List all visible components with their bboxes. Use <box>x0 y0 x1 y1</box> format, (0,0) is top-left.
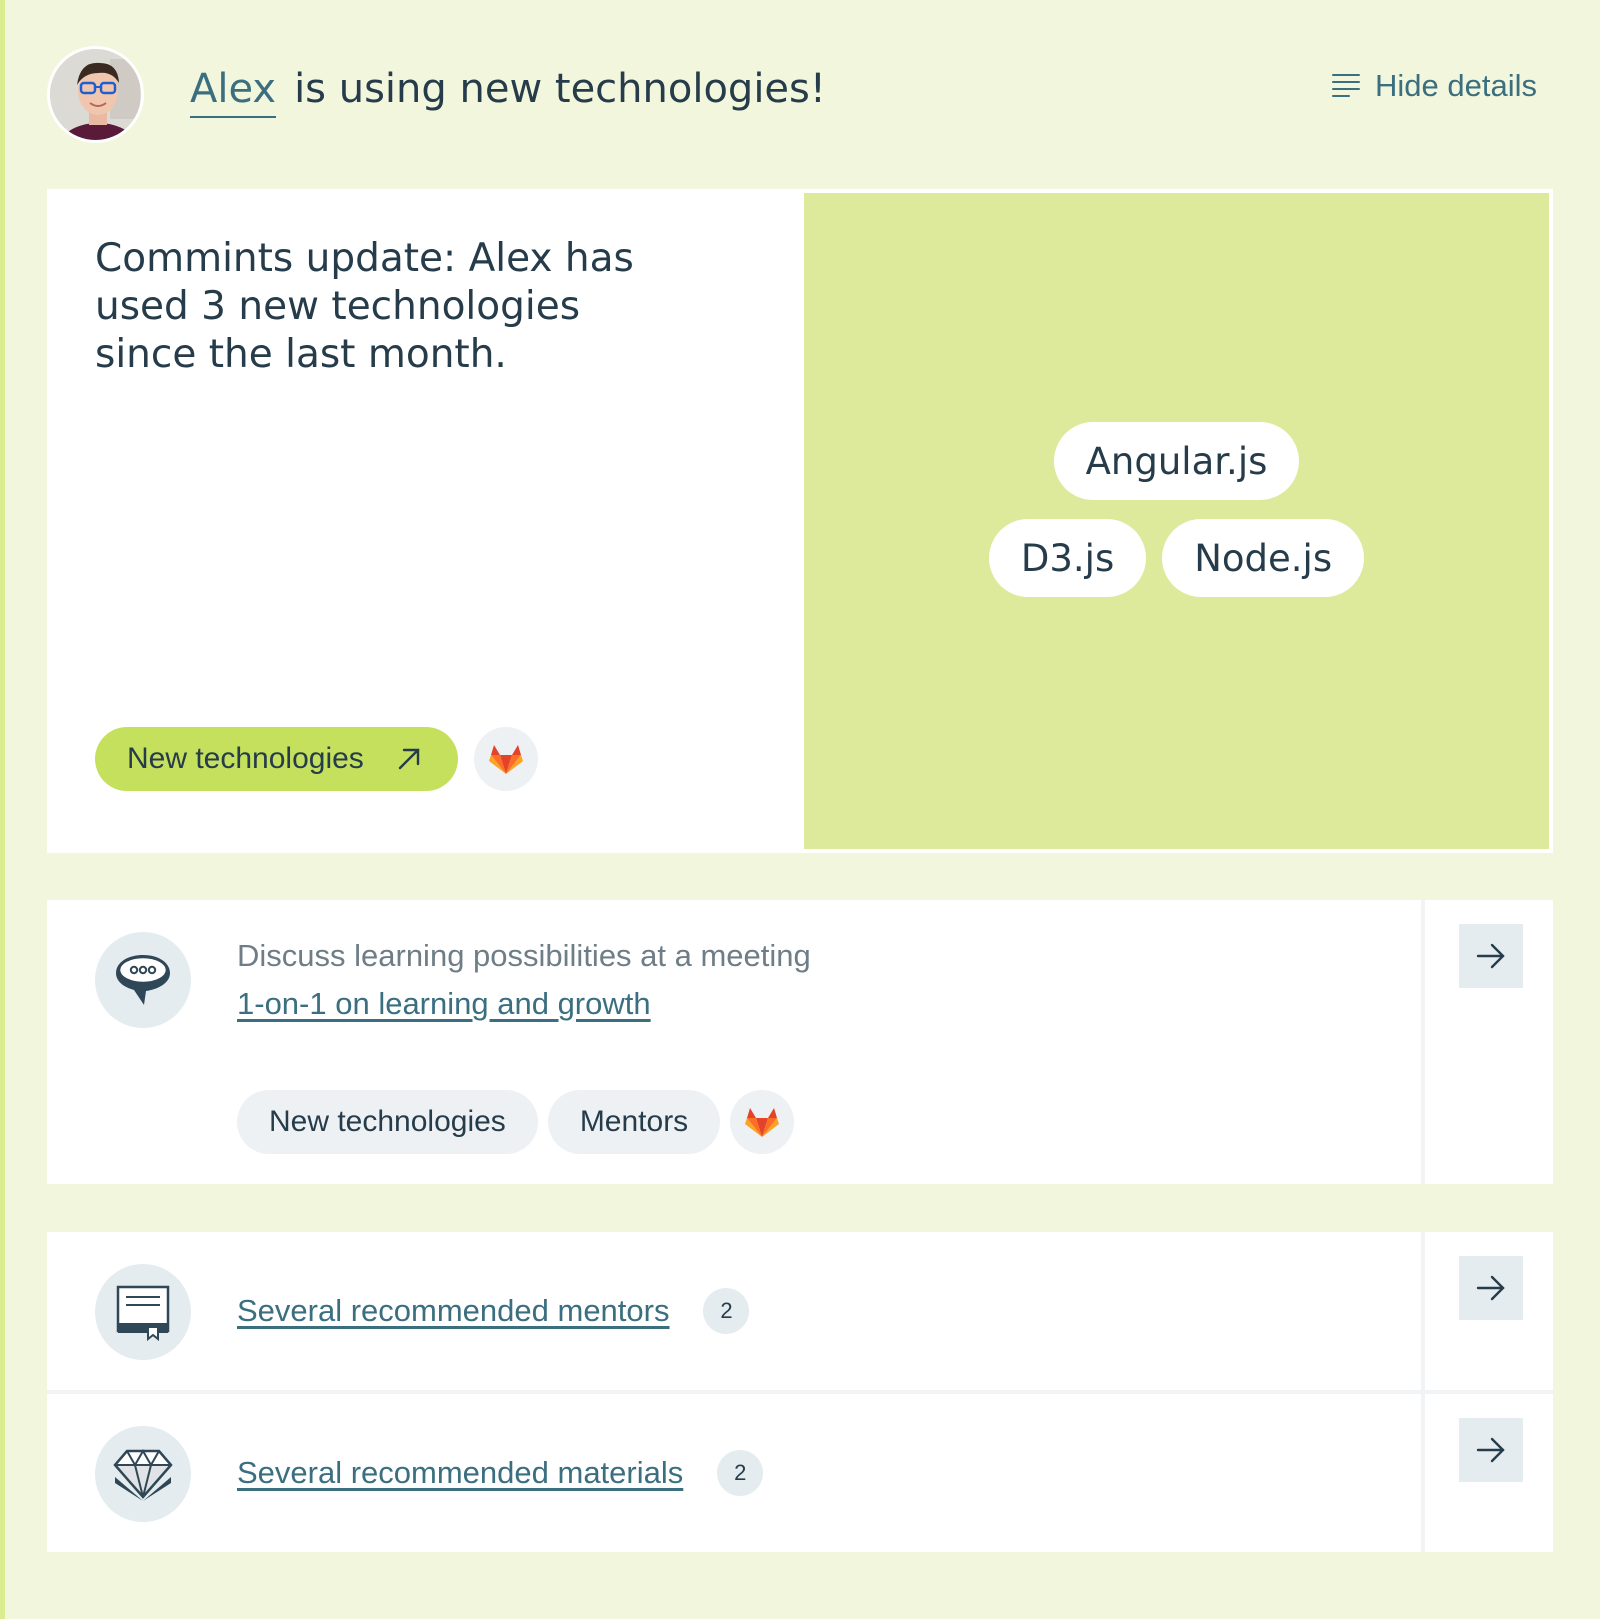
meeting-subtitle-text: Discuss learning possibilities at a meet… <box>237 938 811 973</box>
tag-new-technologies[interactable]: New technologies <box>237 1090 538 1154</box>
meeting-subtitle: Discuss learning possibilities at a meet… <box>237 938 811 1022</box>
headline-text: is using new technologies! <box>294 66 826 112</box>
arrow-right-icon <box>1476 1437 1505 1463</box>
insight-card: Commints update: Alex has used 3 new tec… <box>47 189 1553 853</box>
feed-item-header: Alex is using new technologies! Hide deta… <box>47 46 1553 143</box>
gitlab-icon <box>488 745 523 774</box>
arrow-right-icon <box>1476 943 1505 969</box>
insight-text: Commints update: Alex has used 3 new tec… <box>95 236 634 377</box>
arrow-right-icon <box>1476 1275 1505 1301</box>
left-rail <box>0 0 5 1619</box>
recommendations-card: Several recommended mentors 2 Several re… <box>47 1232 1553 1552</box>
gitlab-button[interactable] <box>473 727 538 791</box>
row-separator <box>47 1390 1553 1394</box>
meeting-link[interactable]: 1-on-1 on learning and growth <box>237 986 651 1021</box>
mentors-icon-circle <box>95 1264 191 1360</box>
gitlab-tag-button[interactable] <box>730 1090 795 1154</box>
avatar-photo <box>50 49 141 140</box>
technology-pill-angular: Angular.js <box>1053 422 1300 500</box>
meeting-card: Discuss learning possibilities at a meet… <box>47 900 1553 1184</box>
materials-count-badge: 2 <box>717 1450 764 1496</box>
hide-details-button[interactable]: Hide details <box>1331 68 1537 104</box>
certificate-icon <box>116 1285 170 1341</box>
external-arrow-icon <box>398 748 420 770</box>
technologies-row-1: Angular.js <box>804 422 1549 500</box>
avatar[interactable] <box>47 46 144 143</box>
technologies-row-2: D3.js Node.js <box>804 519 1549 597</box>
recommended-materials-link[interactable]: Several recommended materials <box>237 1455 683 1491</box>
list-icon <box>1332 74 1361 97</box>
mentors-arrow-button[interactable] <box>1459 1256 1523 1320</box>
technology-pill-d3: D3.js <box>988 519 1147 597</box>
tag-mentors[interactable]: Mentors <box>547 1090 721 1154</box>
speech-bubble-icon <box>116 955 170 1005</box>
insight-actions: New technologies <box>95 727 538 791</box>
user-name-link[interactable]: Alex <box>190 66 277 118</box>
hide-details-label: Hide details <box>1375 68 1537 103</box>
materials-arrow-button[interactable] <box>1459 1418 1523 1482</box>
meeting-arrow-button[interactable] <box>1459 924 1523 988</box>
technologies-panel: Angular.js D3.js Node.js <box>804 193 1549 849</box>
new-technologies-button[interactable]: New technologies <box>95 727 458 791</box>
gitlab-icon <box>745 1108 780 1137</box>
materials-row: Several recommended materials 2 <box>237 1450 764 1496</box>
meeting-tags: New technologies Mentors <box>237 1090 795 1154</box>
diamond-icon <box>113 1448 173 1501</box>
materials-icon-circle <box>95 1426 191 1522</box>
new-technologies-label: New technologies <box>127 742 364 775</box>
mentors-row: Several recommended mentors 2 <box>237 1288 750 1334</box>
card-divider <box>1421 900 1425 1184</box>
mentors-count-badge: 2 <box>703 1288 750 1334</box>
recommended-mentors-link[interactable]: Several recommended mentors <box>237 1293 669 1329</box>
meeting-icon-circle <box>95 932 191 1028</box>
headline: Alex is using new technologies! <box>190 66 826 118</box>
technology-pill-node: Node.js <box>1162 519 1365 597</box>
